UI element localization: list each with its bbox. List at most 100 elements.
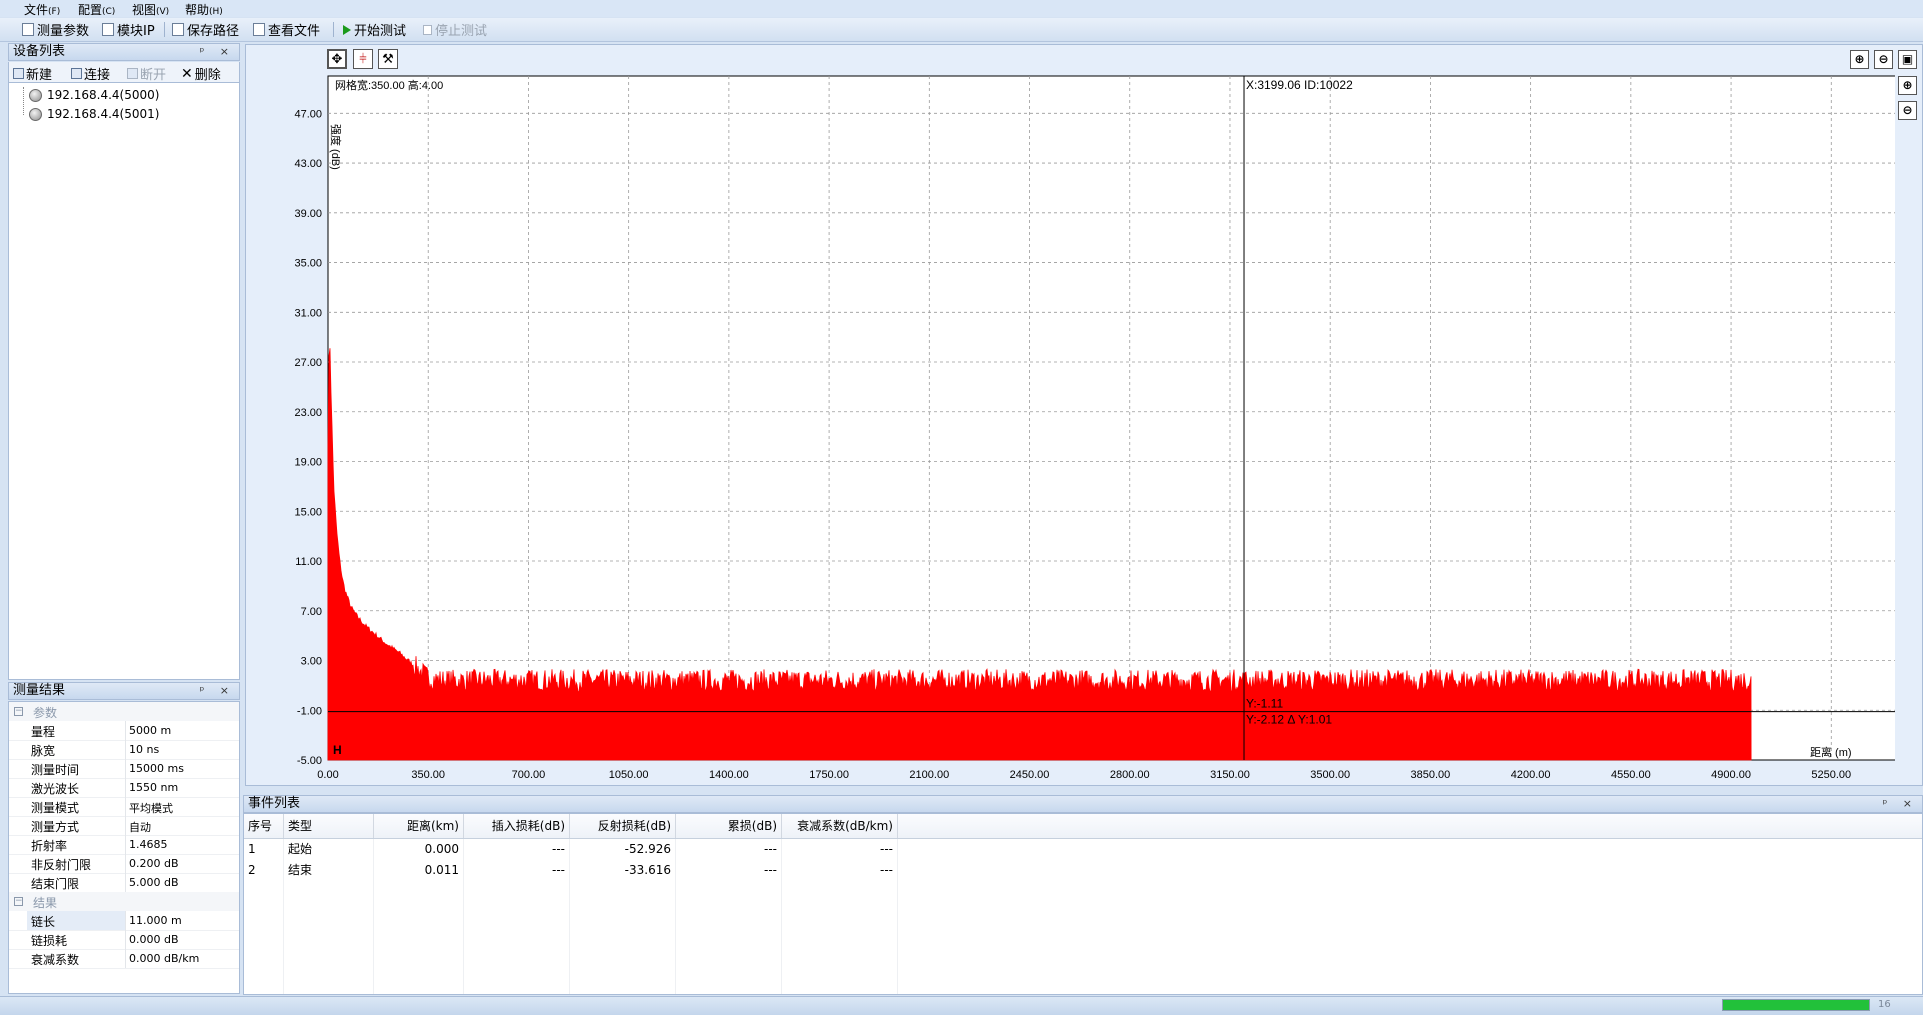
connect-button[interactable]: 连接 <box>71 64 110 83</box>
result-category-row[interactable]: − 结果 <box>9 892 239 911</box>
fit-view-icon: ▣ <box>1901 52 1914 66</box>
table-cell: 1 <box>244 839 284 860</box>
menu-config[interactable]: 配置(C) <box>78 1 115 18</box>
table-cell: 起始 <box>284 839 374 860</box>
table-cell: --- <box>464 860 570 881</box>
param-category-row[interactable]: − 参数 <box>9 702 239 721</box>
property-row[interactable]: 测量模式 平均模式 <box>9 797 239 817</box>
table-cell: -33.616 <box>570 860 676 881</box>
collapse-icon: − <box>14 706 23 716</box>
column-header[interactable]: 距离(km) <box>374 814 464 838</box>
column-divider <box>125 911 126 930</box>
zoom-in-y-button[interactable]: ⊕ <box>1898 76 1917 95</box>
column-header[interactable]: 序号 <box>244 814 284 838</box>
panel-controls[interactable]: ᵖ × <box>1883 796 1918 812</box>
otdr-trace-chart[interactable]: 0.00 350.00 700.00 1050.00 1400.00 1750.00 210… <box>245 44 1895 786</box>
property-row[interactable]: 激光波长 1550 nm <box>9 778 239 798</box>
stop-test-button[interactable]: 停止测试 <box>423 21 487 39</box>
menu-view[interactable]: 视图(V) <box>132 1 169 18</box>
menu-view-hotkey: (V) <box>156 7 170 17</box>
column-header[interactable]: 插入损耗(dB) <box>464 814 570 838</box>
new-device-button[interactable]: 新建 <box>13 64 52 83</box>
fit-view-button[interactable]: ▣ <box>1898 50 1917 69</box>
delete-button[interactable]: ✕ 删除 <box>181 64 221 84</box>
menu-config-hotkey: (C) <box>102 7 116 17</box>
column-divider <box>125 778 126 797</box>
category-label: 结果 <box>33 896 58 910</box>
panel-controls[interactable]: ᵖ × <box>200 683 235 699</box>
property-row[interactable]: 折射率 1.4685 <box>9 835 239 855</box>
property-value: 0.200 dB <box>129 857 179 870</box>
property-name: 激光波长 <box>31 782 80 796</box>
column-divider <box>897 839 898 994</box>
menu-bar: 文件(F) 配置(C) 视图(V) 帮助(H) <box>0 0 1923 17</box>
x-tick-label: 0.00 <box>317 769 338 781</box>
property-value: 平均模式 <box>129 802 173 815</box>
column-header[interactable]: 反射损耗(dB) <box>570 814 676 838</box>
device-item[interactable]: 192.168.4.4(5001) <box>29 107 159 121</box>
property-value: 自动 <box>129 821 151 834</box>
status-right-text: 16 <box>1878 999 1891 1010</box>
module-ip-button[interactable]: 模块IP <box>102 21 155 39</box>
save-path-label: 保存路径 <box>187 24 240 39</box>
table-row[interactable]: 1 起始 0.000 --- -52.926 --- --- <box>244 839 1922 860</box>
x-tick-label: 3500.00 <box>1310 769 1350 781</box>
grid-info-label: 网格宽:350.00 高:4.00 <box>335 78 443 92</box>
start-marker[interactable]: H <box>333 743 342 757</box>
collapse-icon: − <box>14 896 23 906</box>
column-header[interactable]: 累损(dB) <box>676 814 782 838</box>
property-row[interactable]: 脉宽 10 ns <box>9 740 239 760</box>
x-tick-label: 3850.00 <box>1411 769 1451 781</box>
x-tick-label: 5250.00 <box>1811 769 1851 781</box>
y-tick-label: 23.00 <box>294 407 322 419</box>
column-divider <box>125 816 126 835</box>
menu-file[interactable]: 文件(F) <box>24 1 60 18</box>
table-cell: 结束 <box>284 860 374 881</box>
x-tick-label: 4200.00 <box>1511 769 1551 781</box>
property-row[interactable]: 测量方式 自动 <box>9 816 239 836</box>
result-panel-title: 测量结果 <box>13 683 66 698</box>
property-row[interactable]: 结束门限 5.000 dB <box>9 873 239 893</box>
zoom-out-icon: ⊖ <box>1902 103 1913 117</box>
property-name: 折射率 <box>31 839 68 853</box>
property-name: 脉宽 <box>31 744 56 758</box>
property-row[interactable]: 链损耗 0.000 dB <box>9 930 239 950</box>
disconnect-button[interactable]: 断开 <box>127 64 166 83</box>
property-row[interactable]: 量程 5000 m <box>9 721 239 741</box>
property-name: 测量方式 <box>31 820 80 834</box>
table-row[interactable]: 2 结束 0.011 --- -33.616 --- --- <box>244 860 1922 881</box>
column-header[interactable]: 类型 <box>284 814 374 838</box>
property-name: 量程 <box>31 725 56 739</box>
property-value: 0.000 dB/km <box>129 952 200 965</box>
event-table-header: 序号 类型 距离(km) 插入损耗(dB) 反射损耗(dB) 累损(dB) 衰减系数(dB/… <box>244 814 1922 839</box>
document-icon <box>22 23 34 36</box>
column-divider <box>125 854 126 873</box>
device-list: 192.168.4.4(5000) 192.168.4.4(5001) <box>8 82 240 680</box>
property-row[interactable]: 链长 11.000 m <box>9 911 239 931</box>
y-tick-label: 27.00 <box>294 357 322 369</box>
property-row[interactable]: 非反射门限 0.200 dB <box>9 854 239 874</box>
delete-label: 删除 <box>194 68 221 83</box>
save-path-button[interactable]: 保存路径 <box>172 21 240 39</box>
result-property-grid: − 参数 量程 5000 m 脉宽 10 ns 测量时间 15000 ms 激光波长 1550 n… <box>8 701 240 994</box>
view-file-button[interactable]: 查看文件 <box>253 21 320 39</box>
property-value: 15000 ms <box>129 762 184 775</box>
table-cell: 0.000 <box>374 839 464 860</box>
x-tick-label: 1400.00 <box>709 769 749 781</box>
x-tick-label: 350.00 <box>411 769 445 781</box>
property-row[interactable]: 衰减系数 0.000 dB/km <box>9 949 239 969</box>
measure-params-button[interactable]: 测量参数 <box>22 21 89 39</box>
progress-bar <box>1722 999 1870 1011</box>
property-name: 测量模式 <box>31 801 80 815</box>
column-header[interactable]: 衰减系数(dB/km) <box>782 814 898 838</box>
device-item[interactable]: 192.168.4.4(5000) <box>29 88 159 102</box>
start-test-button[interactable]: 开始测试 <box>343 21 406 39</box>
document-icon <box>172 23 184 36</box>
panel-controls[interactable]: ᵖ × <box>200 44 235 60</box>
menu-view-label: 视图 <box>132 3 157 17</box>
zoom-out-y-button[interactable]: ⊖ <box>1898 101 1917 120</box>
menu-help[interactable]: 帮助(H) <box>185 1 223 18</box>
new-device-label: 新建 <box>26 68 53 83</box>
x-axis-title: 距离 (m) <box>1810 745 1852 759</box>
property-row[interactable]: 测量时间 15000 ms <box>9 759 239 779</box>
